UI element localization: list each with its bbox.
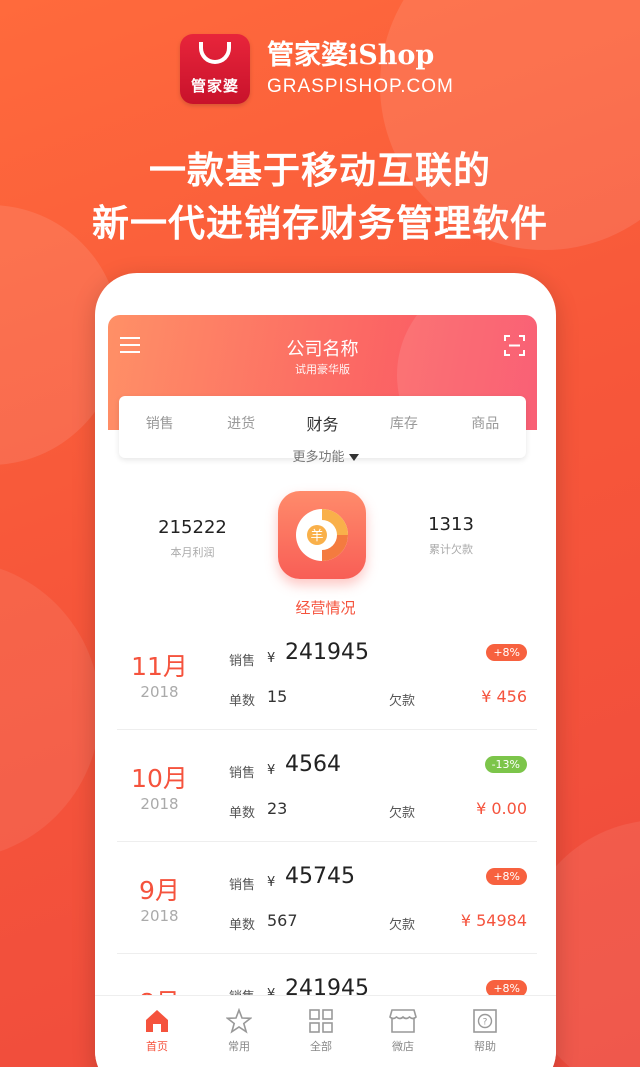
owe-value: ¥ 456 <box>481 687 527 706</box>
nav-item-0[interactable]: 首页 <box>116 996 198 1067</box>
nav-label: 帮助 <box>474 1040 496 1053</box>
currency-symbol: ¥ <box>267 763 276 778</box>
phone-mockup: 公司名称 试用豪华版 销售 进货 财务 库存 商品 更多功能 215222 本月利润 羊… <box>95 273 556 1067</box>
owe-label: 欠款 <box>389 918 416 933</box>
sales-label: 销售 <box>229 878 256 893</box>
stat-value: 215222 <box>158 517 227 538</box>
change-badge: +8% <box>486 868 527 885</box>
caret-down-icon <box>348 454 359 461</box>
nav-item-3[interactable]: 微店 <box>362 996 444 1067</box>
count-label: 单数 <box>229 694 256 709</box>
brand-name: 管家婆iShop <box>267 39 435 71</box>
currency-symbol: ¥ <box>267 875 276 890</box>
more-functions-button[interactable]: 更多功能 <box>95 446 556 465</box>
logo-text: 管家婆 <box>190 77 239 95</box>
brand-domain: GRASPISHOP.COM <box>267 75 454 97</box>
change-badge: -13% <box>484 756 527 773</box>
stat-value: 1313 <box>428 514 474 535</box>
stat-label: 累计欠款 <box>429 543 473 556</box>
scan-icon[interactable] <box>504 335 525 356</box>
month-name: 9月 <box>139 876 180 905</box>
stat-label: 本月利润 <box>170 546 215 559</box>
tab-2[interactable]: 财务 <box>287 411 357 435</box>
month-year: 2018 <box>140 795 179 813</box>
star-icon <box>198 1008 280 1034</box>
owe-value: ¥ 0.00 <box>476 799 527 818</box>
month-name: 11月 <box>131 652 188 681</box>
more-functions-label: 更多功能 <box>292 450 345 465</box>
month-row[interactable]: 11月 2018 销售 ¥241945 +8% 单数 15 欠款 ¥ 456 <box>117 618 537 730</box>
app-logo: 管家婆 <box>180 34 250 104</box>
month-year: 2018 <box>140 683 179 701</box>
business-overview-button[interactable]: 羊 <box>278 491 366 579</box>
tab-4[interactable]: 商品 <box>450 413 520 435</box>
headline-line-2: 新一代进销存财务管理软件 <box>92 202 548 245</box>
count-label: 单数 <box>229 918 256 933</box>
nav-item-4[interactable]: ? 帮助 <box>444 996 526 1067</box>
month-row[interactable]: 10月 2018 销售 ¥4564 -13% 单数 23 欠款 ¥ 0.00 <box>117 730 537 842</box>
change-badge: +8% <box>486 644 527 661</box>
company-name: 公司名称 <box>286 339 359 360</box>
tab-0[interactable]: 销售 <box>125 413 195 435</box>
stat-monthly-profit[interactable]: 215222 本月利润 <box>145 517 240 560</box>
home-icon <box>116 1008 198 1034</box>
count-value: 567 <box>267 911 298 930</box>
currency-symbol: ¥ <box>267 651 276 666</box>
count-label: 单数 <box>229 806 256 821</box>
month-row[interactable]: 9月 2018 销售 ¥45745 +8% 单数 567 欠款 ¥ 54984 <box>117 842 537 954</box>
sales-label: 销售 <box>229 654 256 669</box>
owe-label: 欠款 <box>389 694 416 709</box>
month-year: 2018 <box>140 907 179 925</box>
sales-value: 4564 <box>285 752 341 777</box>
svg-text:?: ? <box>483 1018 488 1028</box>
sales-label: 销售 <box>229 766 256 781</box>
month-name: 10月 <box>131 764 188 793</box>
nav-item-1[interactable]: 常用 <box>198 996 280 1067</box>
edition-label: 试用豪华版 <box>295 363 350 376</box>
tab-3[interactable]: 库存 <box>369 413 439 435</box>
owe-label: 欠款 <box>389 806 416 821</box>
grid-icon <box>280 1008 362 1034</box>
pie-chart-coin-icon: 羊 <box>296 509 348 561</box>
nav-label: 微店 <box>392 1040 414 1053</box>
brand-header: 管家婆 管家婆iShop GRASPISHOP.COM <box>180 34 454 104</box>
count-value: 15 <box>267 687 288 706</box>
headline-line-1: 一款基于移动互联的 <box>149 149 491 192</box>
owe-value: ¥ 54984 <box>460 911 527 930</box>
count-value: 23 <box>267 799 288 818</box>
business-overview-label: 经营情况 <box>295 599 356 617</box>
sales-value: 241945 <box>285 640 369 665</box>
sales-value: 45745 <box>285 864 355 889</box>
smile-icon <box>199 42 231 64</box>
nav-item-2[interactable]: 全部 <box>280 996 362 1067</box>
svg-text:羊: 羊 <box>310 528 323 544</box>
stat-total-debt[interactable]: 1313 累计欠款 <box>401 514 501 557</box>
bottom-navigation: 首页 常用 全部 微店? 帮助 <box>95 995 556 1067</box>
nav-label: 常用 <box>228 1040 250 1053</box>
nav-label: 全部 <box>310 1040 332 1053</box>
nav-label: 首页 <box>146 1040 168 1053</box>
store-icon <box>362 1008 444 1034</box>
tab-1[interactable]: 进货 <box>206 413 276 435</box>
help-icon: ? <box>444 1008 526 1034</box>
